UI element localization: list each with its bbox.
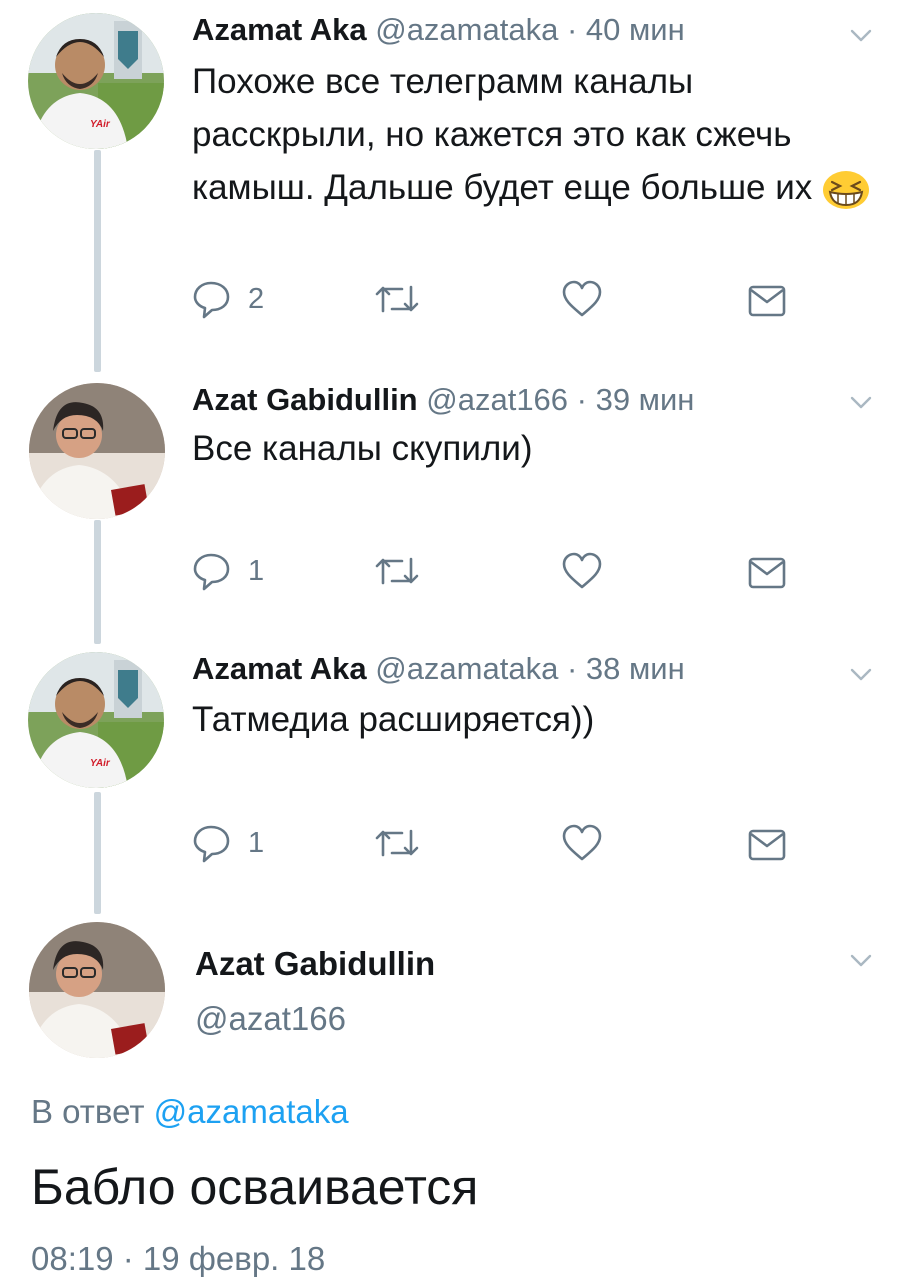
chevron-down-icon[interactable] [848, 947, 874, 973]
reply-button[interactable]: 2 [190, 276, 264, 322]
tweet-text: Все каналы скупили) [192, 422, 882, 475]
retweet-icon [372, 821, 422, 865]
reply-icon [190, 549, 234, 593]
thread-line [94, 150, 101, 372]
like-button[interactable] [560, 820, 604, 866]
reply-icon [190, 277, 234, 321]
thread-line [94, 792, 101, 914]
reply-icon [190, 821, 234, 865]
retweet-icon [372, 277, 422, 321]
tweet-header: Azamat Aka @azamataka · 38 мин [192, 651, 685, 687]
reply-count: 1 [248, 826, 265, 859]
reply-context: В ответ @azamataka [31, 1093, 349, 1131]
avatar[interactable] [29, 383, 165, 519]
avatar[interactable]: YAir [28, 13, 164, 149]
author-name[interactable]: Azamat Aka [192, 12, 367, 47]
svg-text:YAir: YAir [90, 758, 111, 769]
dm-button[interactable] [748, 278, 786, 324]
tweet-text-content: Похоже все телеграмм каналы расскрыли, н… [192, 62, 813, 207]
heart-icon [560, 821, 604, 865]
tweet-header: Azat Gabidullin @azat166 · 39 мин [192, 382, 694, 418]
retweet-button[interactable] [372, 820, 422, 866]
dm-button[interactable] [748, 822, 786, 868]
heart-icon [560, 277, 604, 321]
tweet-text: Татмедиа расширяется)) [192, 693, 882, 746]
tweet-timestamp[interactable]: 08:19 · 19 февр. 18 [31, 1240, 325, 1278]
author-handle[interactable]: @azat166 [195, 1000, 346, 1038]
thread-line [94, 520, 101, 644]
retweet-icon [372, 549, 422, 593]
avatar[interactable]: YAir [28, 652, 164, 788]
svg-text:YAir: YAir [90, 119, 111, 130]
focused-tweet-text: Бабло осваивается [31, 1159, 479, 1215]
author-handle-time[interactable]: @azamataka · 38 мин [375, 651, 685, 686]
author-handle-time[interactable]: @azat166 · 39 мин [426, 382, 694, 417]
tweet-text: Похоже все телеграмм каналы расскрыли, н… [192, 55, 872, 214]
author-name[interactable]: Azamat Aka [192, 651, 367, 686]
chevron-down-icon[interactable] [848, 661, 874, 687]
reply-count: 1 [248, 554, 265, 587]
author-name[interactable]: Azat Gabidullin [195, 945, 435, 983]
retweet-button[interactable] [372, 276, 422, 322]
tweet-text-content: Татмедиа расширяется)) [192, 700, 595, 739]
reply-prefix: В ответ [31, 1093, 145, 1130]
tweet-text-content: Все каналы скупили) [192, 429, 533, 468]
chevron-down-icon[interactable] [848, 389, 874, 415]
author-name[interactable]: Azat Gabidullin [192, 382, 418, 417]
like-button[interactable] [560, 276, 604, 322]
tweet-header: Azamat Aka @azamataka · 40 мин [192, 12, 685, 48]
retweet-button[interactable] [372, 548, 422, 594]
like-button[interactable] [560, 548, 604, 594]
envelope-icon [748, 553, 786, 593]
envelope-icon [748, 825, 786, 865]
envelope-icon [748, 281, 786, 321]
reply-button[interactable]: 1 [190, 820, 264, 866]
dm-button[interactable] [748, 550, 786, 596]
author-handle-time[interactable]: @azamataka · 40 мин [375, 12, 685, 47]
avatar[interactable] [29, 922, 165, 1058]
heart-icon [560, 549, 604, 593]
reply-count: 2 [248, 282, 265, 315]
chevron-down-icon[interactable] [848, 22, 874, 48]
reply-button[interactable]: 1 [190, 548, 264, 594]
grinning-squinting-face-emoji [822, 170, 870, 210]
reply-mention-link[interactable]: @azamataka [154, 1093, 349, 1130]
